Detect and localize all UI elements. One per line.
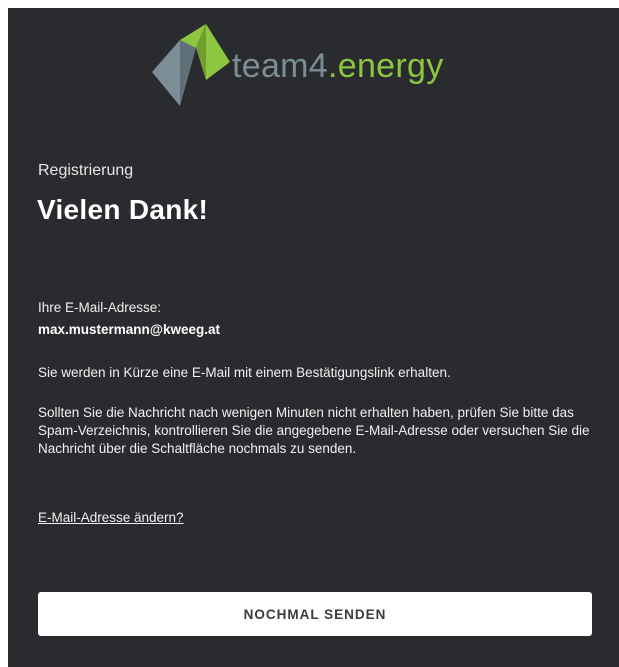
email-label: Ihre E-Mail-Adresse: — [38, 300, 162, 315]
email-value: max.mustermann@kweeg.at — [38, 322, 220, 337]
logo-wordmark: team4.energy — [232, 46, 444, 86]
registration-card: team4.energy Registrierung Vielen Dank! … — [8, 8, 619, 667]
logo-mark-icon — [152, 24, 230, 106]
confirmation-info-text: Sie werden in Kürze eine E-Mail mit eine… — [38, 365, 451, 380]
logo-text-energy: .energy — [328, 47, 444, 85]
help-paragraph: Sollten Sie die Nachricht nach wenigen M… — [38, 405, 590, 456]
page-subtitle: Registrierung — [38, 162, 134, 179]
page-title: Vielen Dank! — [37, 194, 209, 225]
resend-button[interactable]: NOCHMAL SENDEN — [38, 592, 592, 636]
change-email-link[interactable]: E-Mail-Adresse ändern? — [38, 510, 184, 525]
logo-text-team4: team4 — [232, 47, 328, 85]
team4-energy-logo: team4.energy — [150, 24, 490, 106]
